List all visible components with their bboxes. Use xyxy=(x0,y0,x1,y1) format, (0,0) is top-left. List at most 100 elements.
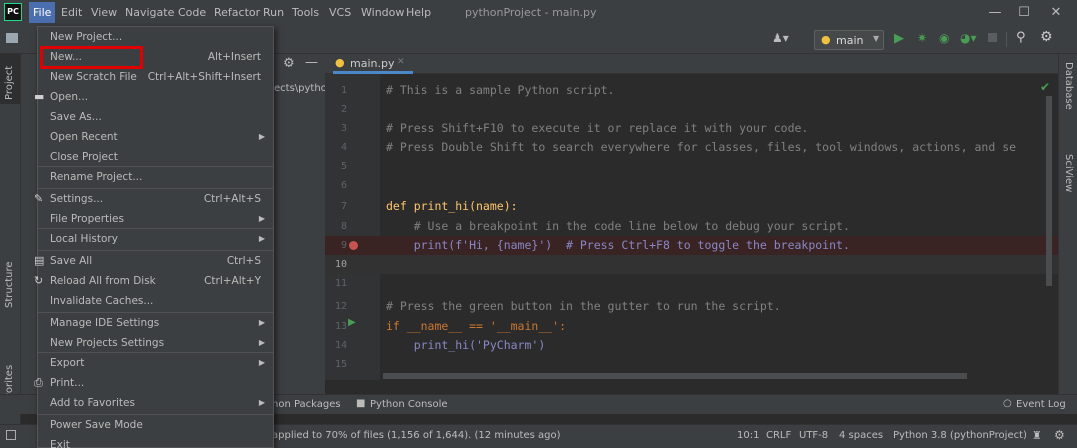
tool-database-label[interactable]: Database xyxy=(1063,62,1074,110)
menu-help[interactable]: Help xyxy=(406,6,431,19)
line-number[interactable]: 13 xyxy=(325,317,347,336)
caret-position[interactable]: 10:1 xyxy=(737,430,759,441)
tool-python-packages[interactable]: hon Packages xyxy=(272,399,341,410)
file-encoding[interactable]: UTF-8 xyxy=(799,430,828,441)
tool-python-console[interactable]: Python Console xyxy=(370,399,448,410)
folder-icon[interactable] xyxy=(6,33,18,43)
line-separator[interactable]: CRLF xyxy=(766,430,791,441)
menu-window[interactable]: Window xyxy=(361,6,404,19)
code-line[interactable]: # Use a breakpoint in the code line belo… xyxy=(386,217,850,236)
line-number[interactable]: 10 xyxy=(325,255,347,274)
code-line[interactable]: print(f'Hi, {name}') # Press Ctrl+F8 to … xyxy=(386,236,850,255)
menu-view[interactable]: View xyxy=(91,6,117,19)
tool-project[interactable]: Project xyxy=(0,54,20,104)
menu-item-print[interactable]: ⎙ Print... xyxy=(34,373,273,393)
menu-edit[interactable]: Edit xyxy=(61,6,82,19)
stop-icon[interactable] xyxy=(988,33,997,42)
menu-item-export[interactable]: Export ▶ xyxy=(38,353,273,373)
indent-setting[interactable]: 4 spaces xyxy=(839,430,883,441)
code-line[interactable]: # Press Double Shift to search everywher… xyxy=(386,138,1016,157)
code-line[interactable]: # This is a sample Python script. xyxy=(386,81,614,100)
line-number[interactable]: 1 xyxy=(325,81,347,100)
tool-event-log[interactable]: Event Log xyxy=(1016,399,1066,410)
coverage-icon[interactable]: ◉ xyxy=(939,31,949,45)
search-icon[interactable]: ⚲ xyxy=(1016,30,1026,45)
branch-label: main xyxy=(836,34,864,47)
horizontal-scrollbar[interactable] xyxy=(383,373,967,379)
run-icon[interactable]: ▶ xyxy=(894,31,904,46)
line-number[interactable]: 5 xyxy=(325,157,347,176)
status-message[interactable]: applied to 70% of files (1,156 of 1,644)… xyxy=(272,430,561,441)
line-number[interactable]: 3 xyxy=(325,119,347,138)
line-number[interactable]: 9 xyxy=(325,236,347,255)
menu-item-new-projects-settings[interactable]: New Projects Settings ▶ xyxy=(38,333,273,353)
menu-refactor[interactable]: Refactor xyxy=(214,6,260,19)
project-path[interactable]: ects\pytho xyxy=(274,83,327,94)
menu-item-exit[interactable]: Exit xyxy=(38,435,273,448)
line-number[interactable]: 12 xyxy=(325,297,347,316)
menu-item-manage-ide-settings[interactable]: Manage IDE Settings ▶ xyxy=(38,313,273,333)
code-line[interactable]: # Press Shift+F10 to execute it or repla… xyxy=(386,119,808,138)
code-line[interactable]: def print_hi(name): xyxy=(386,197,518,216)
line-number[interactable]: 6 xyxy=(325,176,347,195)
menu-item-settings[interactable]: ✎ Settings... Ctrl+Alt+S xyxy=(34,189,273,209)
menu-item-new-scratch-file[interactable]: New Scratch File Ctrl+Alt+Shift+Insert xyxy=(38,67,273,87)
python-interpreter[interactable]: Python 3.8 (pythonProject) xyxy=(893,430,1027,441)
close-icon[interactable]: ✕ xyxy=(1046,4,1066,22)
menu-item-open[interactable]: ▬ Open... xyxy=(34,87,273,107)
lock-icon[interactable]: ♜ xyxy=(1032,429,1042,442)
menu-item-reload-all-from-disk[interactable]: ↻ Reload All from Disk Ctrl+Alt+Y xyxy=(34,271,273,291)
menu-navigate[interactable]: Navigate xyxy=(125,6,174,19)
menu-item-new-project[interactable]: New Project... xyxy=(38,27,273,47)
menu-item-save-all[interactable]: ▤ Save All Ctrl+S xyxy=(34,251,273,271)
panel-minimize-icon[interactable]: — xyxy=(305,55,318,70)
menu-item-invalidate-caches[interactable]: Invalidate Caches... xyxy=(38,291,273,311)
vertical-scrollbar[interactable] xyxy=(1046,96,1052,286)
toggle-tool-windows-icon[interactable] xyxy=(6,430,16,440)
line-number[interactable]: 2 xyxy=(325,100,347,119)
panel-gear-icon[interactable]: ⚙ xyxy=(283,56,295,71)
line-number[interactable]: 7 xyxy=(325,197,347,216)
debug-icon[interactable]: ✷ xyxy=(917,31,927,45)
line-number[interactable]: 4 xyxy=(325,138,347,157)
breakpoint-icon[interactable] xyxy=(349,241,358,250)
menu-tools[interactable]: Tools xyxy=(292,6,319,19)
run-gutter-icon[interactable]: ▶ xyxy=(348,317,356,328)
code-line[interactable]: print_hi('PyCharm') xyxy=(386,336,546,355)
line-number[interactable]: 15 xyxy=(325,355,347,374)
menu-file[interactable]: File xyxy=(29,2,56,23)
menu-item-rename-project[interactable]: Rename Project... xyxy=(38,167,273,187)
wrench-icon: ✎ xyxy=(34,192,44,205)
tab-main-py[interactable]: ● main.py ✕ xyxy=(333,54,413,74)
line-number[interactable]: 8 xyxy=(325,217,347,236)
menu-item-file-properties[interactable]: File Properties ▶ xyxy=(38,209,273,229)
line-number[interactable]: 11 xyxy=(325,274,347,293)
minimize-icon[interactable]: — xyxy=(985,4,1005,22)
user-icon[interactable]: ♟▾ xyxy=(772,31,789,45)
menu-vcs[interactable]: VCS xyxy=(329,6,351,19)
menu-item-power-save-mode[interactable]: Power Save Mode xyxy=(38,415,273,435)
tab-close-icon[interactable]: ✕ xyxy=(397,57,405,67)
menu-bar: PC File Edit View Navigate Code Refactor… xyxy=(0,0,1077,27)
tool-structure-label[interactable]: Structure xyxy=(4,261,15,308)
branch-selector[interactable]: ● main ▼ xyxy=(814,30,884,50)
menu-item-close-project[interactable]: Close Project xyxy=(38,147,273,167)
settings-gear-icon[interactable]: ⚙ xyxy=(1040,29,1053,45)
maximize-icon[interactable]: ☐ xyxy=(1014,4,1034,22)
menu-code[interactable]: Code xyxy=(178,6,206,19)
submenu-arrow-icon: ▶ xyxy=(258,398,265,407)
line-number[interactable]: 14 xyxy=(325,336,347,355)
notifications-icon[interactable]: ⚙ xyxy=(1054,428,1065,442)
menu-item-shortcut: Ctrl+Alt+Shift+Insert xyxy=(147,71,261,83)
profile-icon[interactable]: ◕▾ xyxy=(960,31,977,45)
menu-item-local-history[interactable]: Local History ▶ xyxy=(38,229,273,249)
tool-sciview-label[interactable]: SciView xyxy=(1063,154,1074,192)
menu-run[interactable]: Run xyxy=(263,6,284,19)
menu-item-open-recent[interactable]: Open Recent ▶ xyxy=(38,127,273,147)
menu-item-add-to-favorites[interactable]: Add to Favorites ▶ xyxy=(38,393,273,413)
menu-item-save-as[interactable]: Save As... xyxy=(38,107,273,127)
menu-item-label: Save All xyxy=(50,255,93,267)
code-line[interactable]: # Press the green button in the gutter t… xyxy=(386,297,781,316)
code-line[interactable]: if __name__ == '__main__': xyxy=(386,317,566,336)
tool-project-label: Project xyxy=(4,65,15,100)
